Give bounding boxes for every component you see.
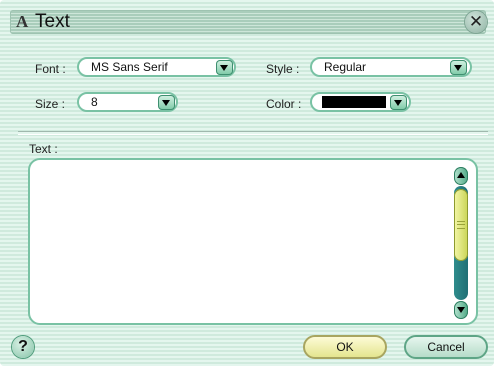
cancel-button[interactable]: Cancel <box>404 335 488 359</box>
style-select-value: Regular <box>324 60 367 74</box>
size-label: Size : <box>35 97 66 111</box>
dialog-title: Text <box>35 11 70 32</box>
help-icon: ? <box>18 338 28 355</box>
text-label: Text : <box>29 142 58 156</box>
text-input-area[interactable] <box>28 158 478 325</box>
color-select[interactable] <box>310 92 411 112</box>
scrollbar-thumb[interactable] <box>454 189 468 261</box>
grip-icon <box>457 221 465 229</box>
separator <box>18 131 488 135</box>
size-select-value: 8 <box>91 95 98 109</box>
font-select-value: MS Sans Serif <box>91 60 168 74</box>
style-select[interactable]: Regular <box>310 57 472 77</box>
chevron-down-icon[interactable] <box>390 95 407 110</box>
font-select[interactable]: MS Sans Serif <box>77 57 236 77</box>
help-button[interactable]: ? <box>12 336 34 358</box>
size-select[interactable]: 8 <box>77 92 178 112</box>
style-label: Style : <box>266 62 300 76</box>
chevron-down-icon[interactable] <box>450 60 467 75</box>
font-label: Font : <box>35 62 66 76</box>
ok-button[interactable]: OK <box>303 335 387 359</box>
scroll-up-button[interactable] <box>454 167 468 185</box>
text-a-icon: A <box>16 12 29 31</box>
title-bar[interactable]: A Text ✕ <box>10 10 487 34</box>
text-dialog: A Text ✕ Font : MS Sans Serif Style : Re… <box>0 0 494 366</box>
close-icon: ✕ <box>468 12 484 32</box>
close-button[interactable]: ✕ <box>465 11 487 33</box>
chevron-down-icon[interactable] <box>158 95 175 110</box>
color-label: Color : <box>266 97 302 111</box>
scroll-down-button[interactable] <box>454 301 468 319</box>
chevron-down-icon[interactable] <box>216 60 233 75</box>
color-swatch <box>322 96 386 108</box>
